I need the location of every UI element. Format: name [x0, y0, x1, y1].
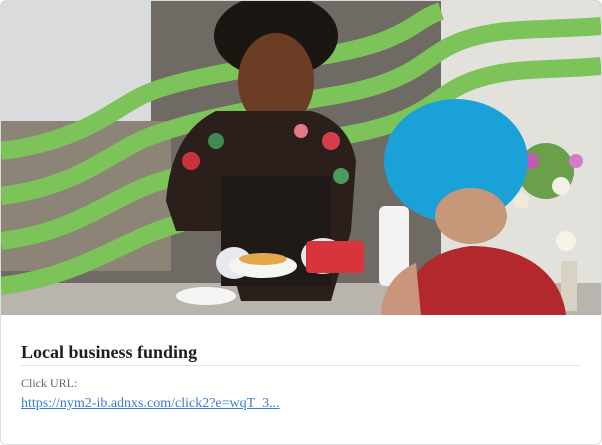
- click-url-link[interactable]: https://nym2-ib.adnxs.com/click2?e=wqT_3…: [21, 396, 280, 412]
- ad-photo[interactable]: [1, 1, 601, 315]
- red-tray: [306, 241, 364, 273]
- counter-bowl: [176, 287, 236, 305]
- click-url-label: Click URL:: [21, 376, 78, 390]
- ad-title: Local business funding: [21, 341, 581, 366]
- ad-card[interactable]: Local business funding Click URL: https:…: [0, 0, 602, 445]
- fries: [239, 253, 287, 265]
- ad-caption: Local business funding Click URL: https:…: [21, 315, 581, 412]
